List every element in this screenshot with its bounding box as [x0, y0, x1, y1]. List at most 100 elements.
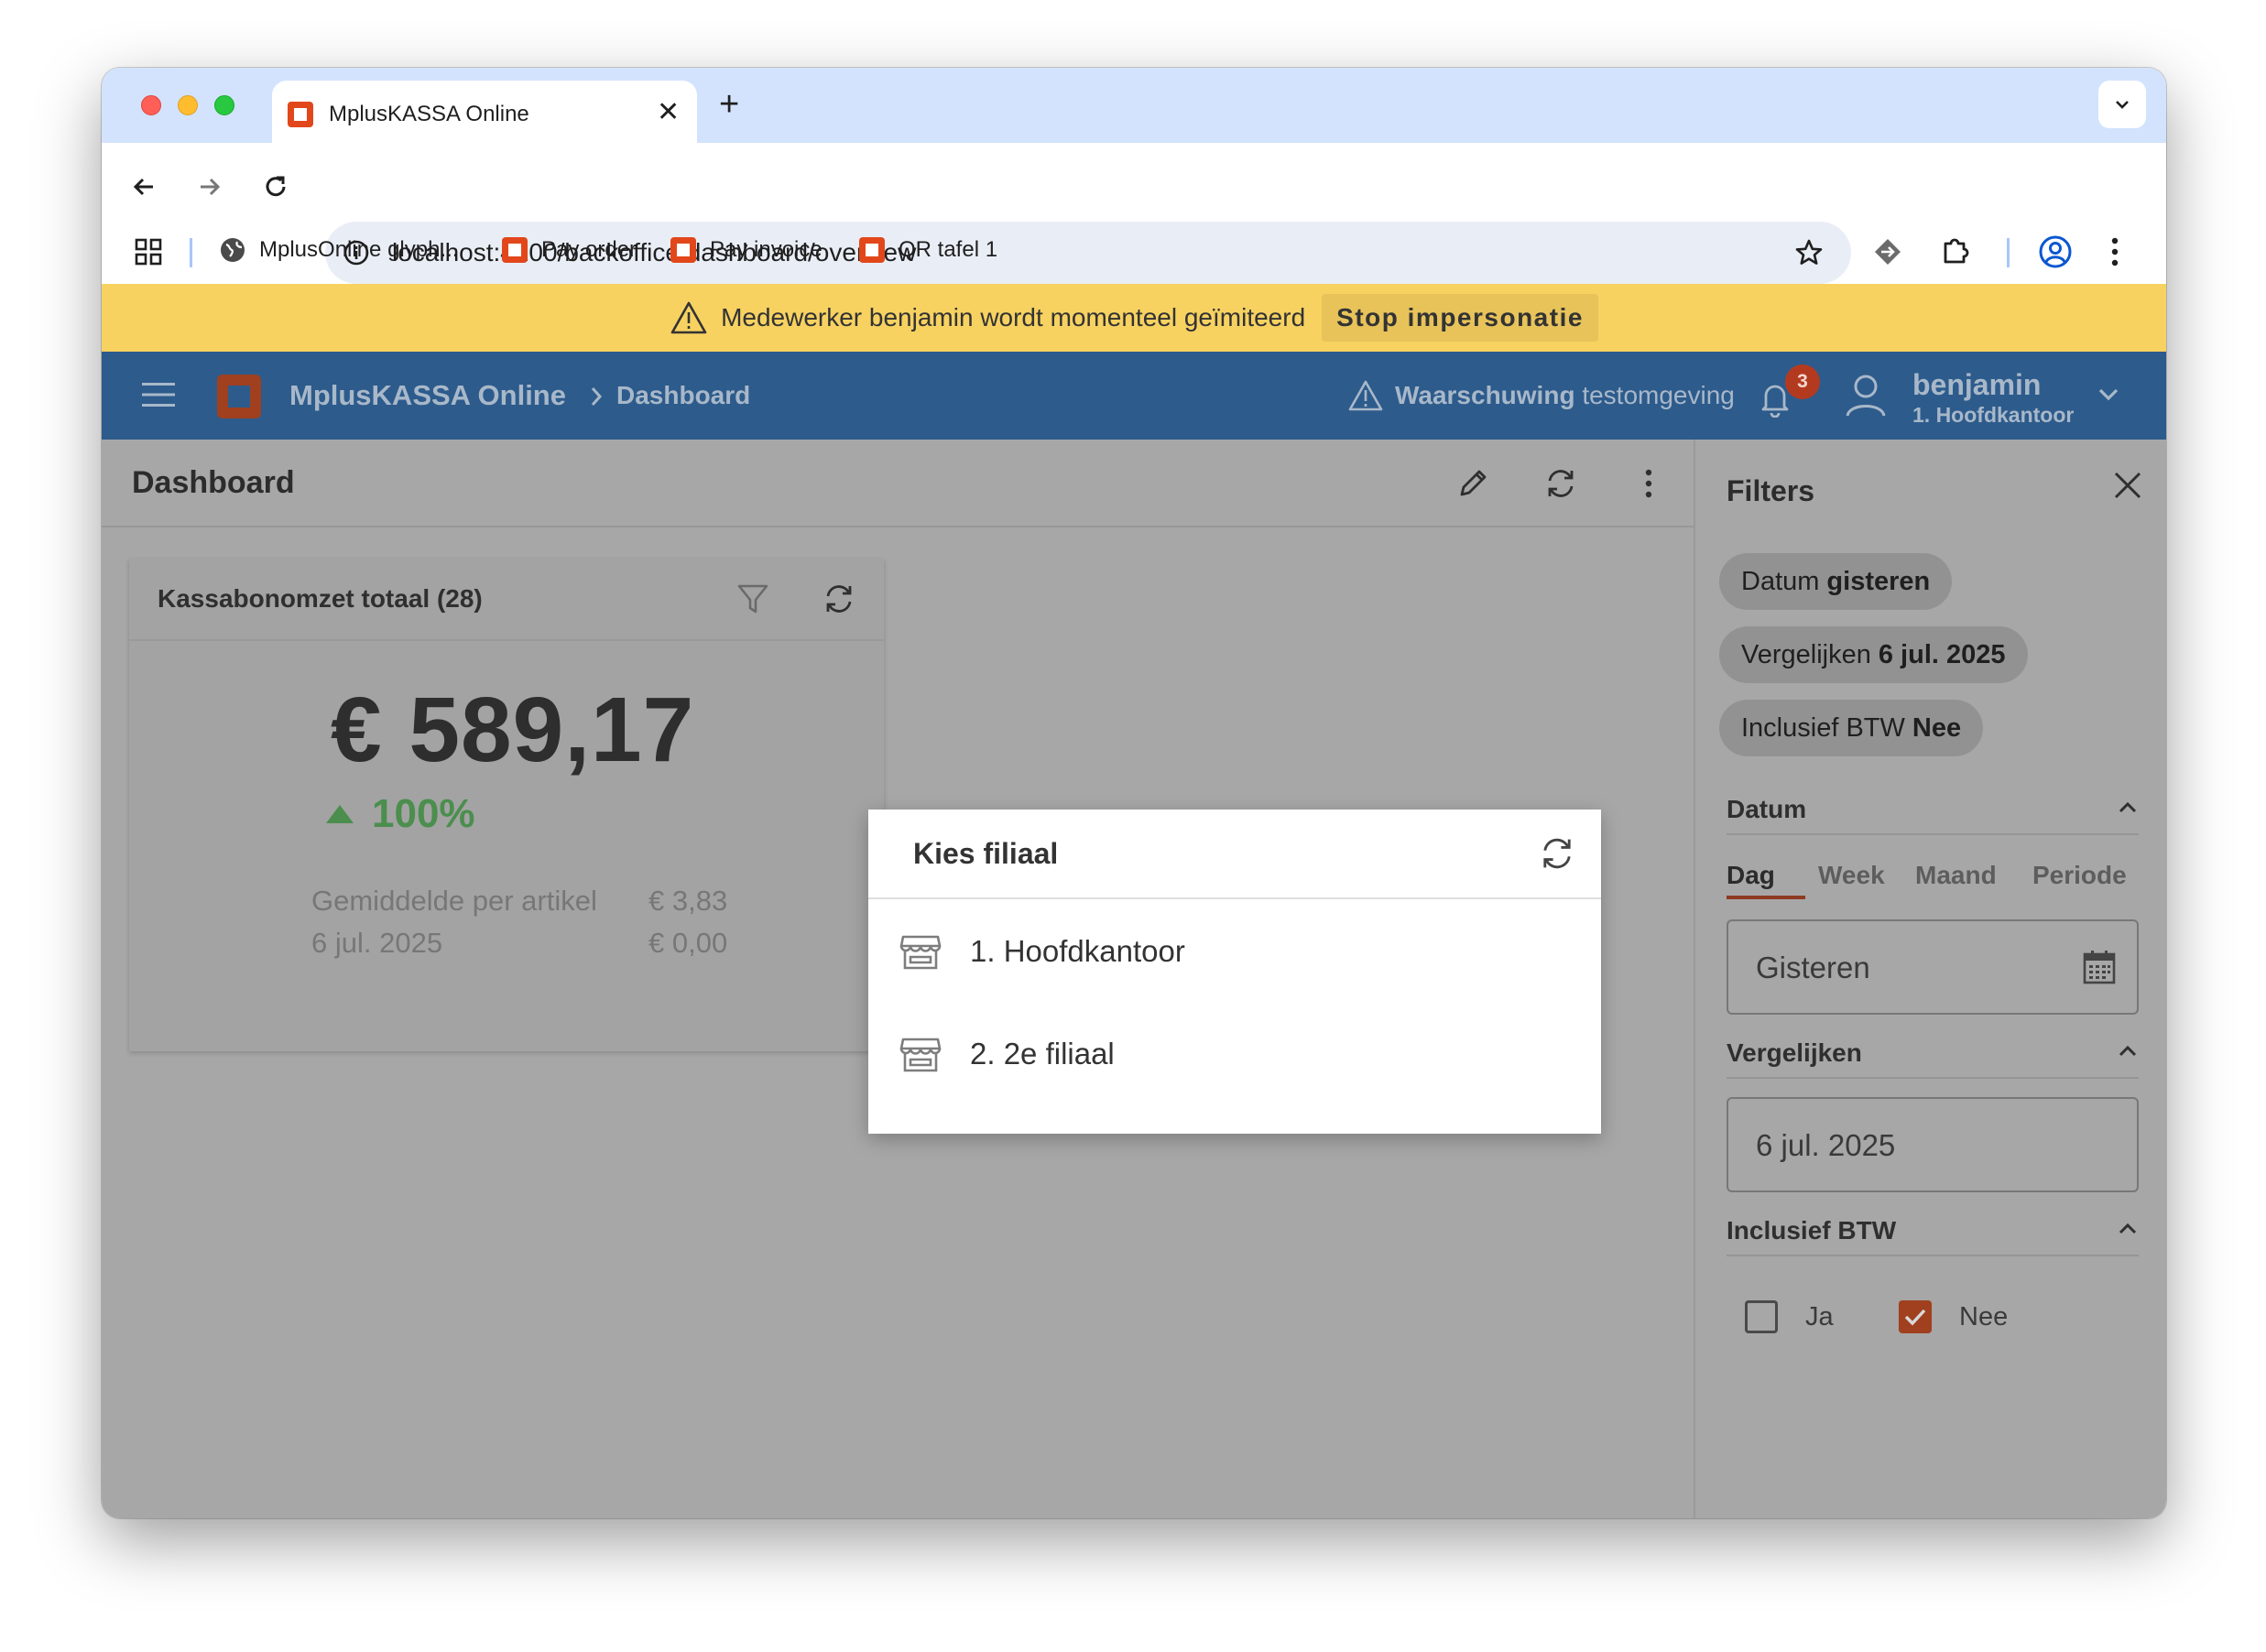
branch-option-hoofdkantoor[interactable]: 1. Hoofdkantoor	[868, 901, 1601, 1002]
bookmark-pay-invoice[interactable]: Pay invoice	[670, 234, 823, 266]
btw-section-header[interactable]: Inclusief BTW	[1727, 1211, 2139, 1256]
chevron-up-icon	[2119, 1045, 2137, 1057]
user-avatar-icon[interactable]	[1844, 372, 1888, 419]
btw-nee-label[interactable]: Nee	[1959, 1302, 2008, 1332]
bookmark-label: Pay order	[541, 237, 637, 262]
tab-search-button[interactable]	[2098, 81, 2146, 128]
calendar-icon[interactable]	[2082, 949, 2117, 985]
chip-value: Nee	[1912, 712, 1962, 743]
bookmark-label: Pay invoice	[710, 237, 823, 262]
banner-message: Medewerker benjamin wordt momenteel geïm…	[721, 303, 1306, 331]
bookmark-mplusonline-glyph[interactable]: MplusOnline glyph...	[219, 234, 458, 266]
bookmark-qr-tafel-1[interactable]: QR tafel 1	[858, 234, 997, 266]
btw-ja-label[interactable]: Ja	[1805, 1302, 1834, 1332]
vergelijken-input[interactable]: 6 jul. 2025	[1727, 1097, 2139, 1192]
branch-picker-dialog: Kies filiaal 1. Hoofdkantoor 2. 2e filia…	[868, 810, 1601, 1134]
revenue-widget: Kassabonomzet totaal (28) € 589,17 100% …	[129, 559, 884, 1051]
chip-datum[interactable]: Datum gisteren	[1719, 553, 1953, 610]
widget-header: Kassabonomzet totaal (28)	[129, 559, 884, 641]
tab-periode[interactable]: Periode	[2032, 861, 2127, 890]
mplus-bookmark-icon	[670, 237, 696, 263]
maximize-window-button[interactable]	[214, 95, 234, 115]
close-window-button[interactable]	[141, 95, 161, 115]
datum-tabs: Dag Week Maand Periode	[1727, 842, 2139, 901]
stop-impersonation-button[interactable]: Stop impersonatie	[1322, 294, 1598, 342]
branch-label: 2. 2e filiaal	[970, 1037, 1115, 1071]
chevron-up-icon	[2119, 801, 2137, 813]
store-icon	[899, 1038, 942, 1072]
warning-strong: Waarschuwing	[1395, 381, 1575, 409]
btw-ja-checkbox[interactable]	[1745, 1300, 1778, 1333]
filters-title: Filters	[1727, 474, 1815, 507]
arrow-right-icon	[201, 178, 221, 196]
triangle-up-icon	[326, 805, 354, 823]
section-title: Vergelijken	[1727, 1038, 1862, 1067]
datum-section-header[interactable]: Datum	[1727, 789, 2139, 835]
chip-vergelijken[interactable]: Vergelijken 6 jul. 2025	[1719, 626, 2028, 683]
chip-label: Vergelijken	[1741, 639, 1871, 669]
browser-tab-active[interactable]: MplusKASSA Online ✕	[272, 81, 697, 143]
tab-dag[interactable]: Dag	[1727, 861, 1775, 890]
refresh-icon[interactable]	[1537, 833, 1577, 874]
chevron-down-icon[interactable]	[2097, 385, 2120, 405]
refresh-dashboard-button[interactable]	[1539, 462, 1583, 505]
chip-value: 6 jul. 2025	[1878, 639, 2006, 669]
tab-title: MplusKASSA Online	[329, 102, 529, 126]
compare-label: 6 jul. 2025	[311, 927, 443, 959]
minimize-window-button[interactable]	[178, 95, 198, 115]
user-name[interactable]: benjamin	[1912, 368, 2041, 402]
active-tab-indicator	[1727, 896, 1805, 899]
back-button[interactable]	[124, 167, 164, 207]
branch-label: 1. Hoofdkantoor	[970, 934, 1185, 968]
page-title: Dashboard	[132, 465, 295, 500]
user-branch[interactable]: 1. Hoofdkantoor	[1912, 403, 2074, 428]
section-title: Datum	[1727, 795, 1807, 823]
environment-warning: Waarschuwing testomgeving	[1347, 379, 1735, 412]
datum-input[interactable]: Gisteren	[1727, 919, 2139, 1015]
change-percent: 100%	[372, 791, 475, 836]
refresh-icon[interactable]	[821, 581, 857, 617]
avg-value: € 3,83	[648, 885, 728, 917]
forward-button[interactable]	[190, 167, 230, 207]
new-tab-button[interactable]: +	[719, 86, 739, 123]
refresh-icon	[1548, 470, 1574, 497]
filters-panel: Filters Datum gisteren Vergelijken 6 jul…	[1694, 440, 2166, 1518]
vergelijken-section-header[interactable]: Vergelijken	[1727, 1033, 2139, 1079]
btw-nee-checkbox[interactable]	[1899, 1300, 1932, 1333]
bookmarks-divider	[190, 238, 192, 267]
edit-dashboard-button[interactable]	[1451, 462, 1495, 505]
chip-inclusief-btw[interactable]: Inclusief BTW Nee	[1719, 700, 1984, 756]
tab-close-icon[interactable]: ✕	[657, 97, 680, 128]
filter-icon[interactable]	[735, 581, 771, 617]
tab-week[interactable]: Week	[1818, 861, 1885, 890]
datum-value: Gisteren	[1756, 951, 1870, 984]
bookmark-pay-order[interactable]: Pay order	[501, 234, 637, 266]
revenue-amount: € 589,17	[331, 679, 695, 781]
branch-option-2e-filiaal[interactable]: 2. 2e filiaal	[868, 1004, 1601, 1104]
chip-label: Inclusief BTW	[1741, 712, 1905, 743]
chevron-up-icon	[2119, 1223, 2137, 1234]
globe-icon	[221, 238, 245, 262]
revenue-change: 100%	[324, 791, 475, 837]
bookmark-label: MplusOnline glyph...	[259, 237, 459, 262]
breadcrumb-dashboard[interactable]: Dashboard	[616, 381, 750, 410]
close-icon[interactable]	[2111, 469, 2144, 502]
app-header: MplusKASSA Online Dashboard Waarschuwing…	[102, 352, 2166, 440]
app-title[interactable]: MplusKASSA Online	[289, 379, 566, 412]
chip-label: Datum	[1741, 566, 1820, 596]
dashboard-more-button[interactable]	[1627, 462, 1671, 505]
impersonation-banner: Medewerker benjamin wordt momenteel geïm…	[102, 284, 2166, 352]
widget-title: Kassabonomzet totaal (28)	[158, 584, 483, 613]
browser-window: MplusKASSA Online ✕ + localhost:4200/bac…	[102, 68, 2166, 1518]
notification-count-badge: 3	[1785, 364, 1820, 399]
mplus-logo-icon	[217, 375, 261, 418]
hamburger-menu-icon[interactable]	[140, 379, 177, 410]
mplus-favicon-icon	[288, 102, 313, 127]
reload-button[interactable]	[256, 167, 296, 207]
vergelijken-value: 6 jul. 2025	[1756, 1128, 1896, 1162]
store-icon	[899, 935, 942, 970]
warning-icon	[1348, 380, 1383, 411]
dialog-header: Kies filiaal	[868, 810, 1601, 899]
apps-grid-icon[interactable]	[135, 238, 162, 266]
tab-maand[interactable]: Maand	[1915, 861, 1997, 890]
